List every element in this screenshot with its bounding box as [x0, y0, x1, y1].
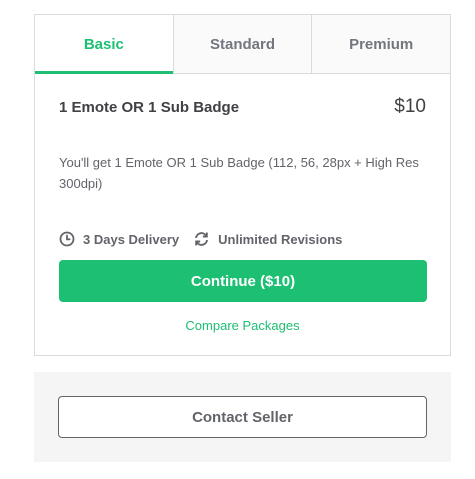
- tab-standard[interactable]: Standard: [172, 15, 312, 73]
- package-body: 1 Emote OR 1 Sub Badge $10 You'll get 1 …: [35, 96, 450, 333]
- refresh-icon: [195, 232, 209, 246]
- contact-section: Contact Seller: [34, 372, 451, 462]
- tab-premium[interactable]: Premium: [311, 15, 451, 73]
- delivery-label: 3 Days Delivery: [83, 231, 180, 247]
- tab-basic[interactable]: Basic: [35, 15, 173, 74]
- package-price: $10: [394, 96, 426, 117]
- revisions-info: Unlimited Revisions: [193, 231, 342, 247]
- package-tabs: Basic Standard Premium: [35, 15, 451, 74]
- compare-packages-link[interactable]: Compare Packages: [59, 318, 426, 333]
- package-description: You'll get 1 Emote OR 1 Sub Badge (112, …: [59, 155, 419, 191]
- delivery-info: 3 Days Delivery: [59, 231, 179, 247]
- package-title: 1 Emote OR 1 Sub Badge: [59, 98, 240, 116]
- package-card: Basic Standard Premium 1 Emote OR 1 Sub …: [34, 14, 451, 356]
- contact-seller-button[interactable]: Contact Seller: [58, 396, 427, 438]
- revisions-label: Unlimited Revisions: [218, 231, 343, 247]
- package-meta: 3 Days Delivery Unlimited Revisions: [59, 231, 426, 247]
- clock-icon: [59, 231, 75, 247]
- package-header: 1 Emote OR 1 Sub Badge $10: [59, 96, 426, 118]
- continue-button[interactable]: Continue ($10): [59, 260, 427, 302]
